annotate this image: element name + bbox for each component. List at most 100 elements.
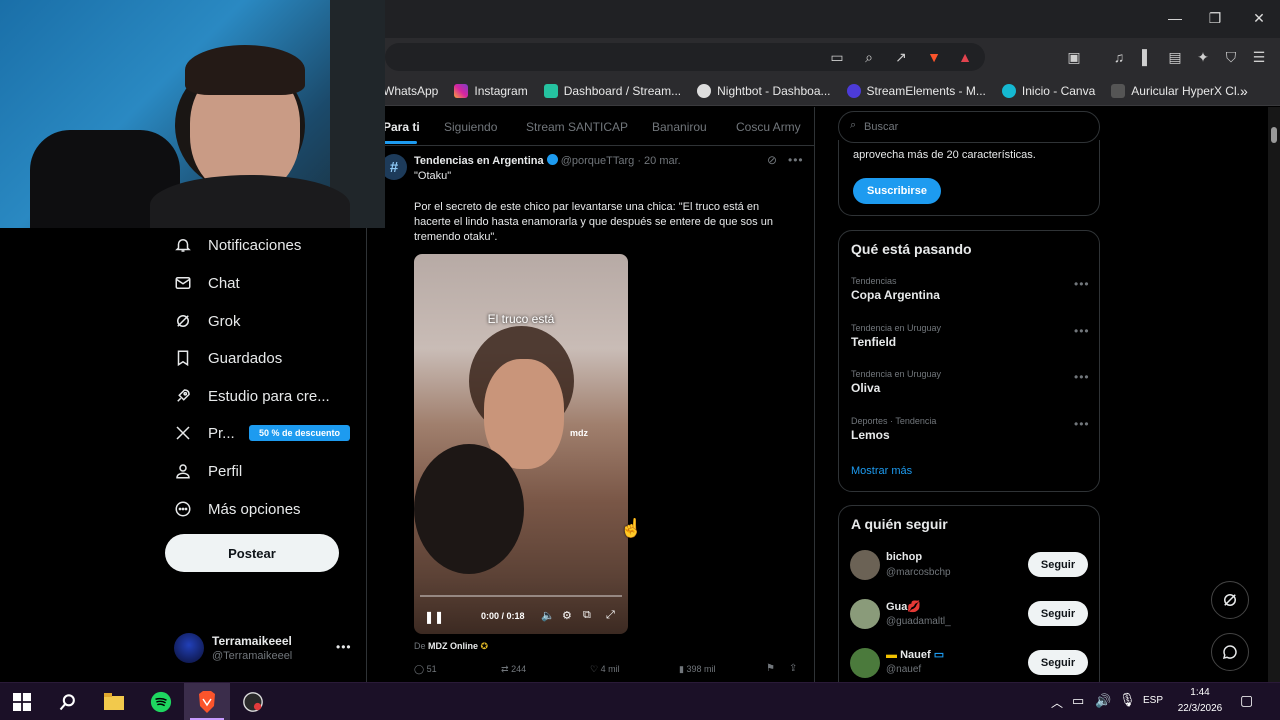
trend-more-icon[interactable]: ••• <box>1074 370 1090 384</box>
trend-more-icon[interactable]: ••• <box>1074 324 1090 338</box>
views-action[interactable]: ▮ 398 mil <box>679 664 715 675</box>
bookmark-dashboard-stream[interactable]: Dashboard / Stream... <box>543 83 681 98</box>
follow-button[interactable]: Seguir <box>1028 552 1088 577</box>
tray-chevron-icon[interactable]: ︿ <box>1051 694 1063 711</box>
search-taskbar-icon[interactable] <box>55 689 81 715</box>
bookmark-nightbot[interactable]: Nightbot - Dashboa... <box>697 83 831 98</box>
clock-time[interactable]: 1:44 <box>1175 687 1225 698</box>
bookmark-whatsapp[interactable]: WhatsApp <box>383 84 438 98</box>
avatar[interactable] <box>174 633 204 663</box>
bookmark-streamelements[interactable]: StreamElements - M... <box>846 83 986 98</box>
windows-start-icon[interactable] <box>9 689 35 715</box>
subscribe-button[interactable]: Suscribirse <box>853 178 941 204</box>
wallet-icon[interactable]: ▤ <box>1166 48 1184 66</box>
leo-ai-icon[interactable]: ✦ <box>1194 48 1212 66</box>
notification-center-icon[interactable]: ▢ <box>1240 692 1253 709</box>
spotify-icon[interactable] <box>148 689 174 715</box>
trend-more-icon[interactable]: ••• <box>1074 277 1090 291</box>
like-action[interactable]: ♡ 4 mil <box>590 664 620 675</box>
follow-name[interactable]: bichop <box>886 551 922 563</box>
obs-icon[interactable] <box>240 689 266 715</box>
cast-icon[interactable]: ▭ <box>828 48 846 66</box>
bookmark-instagram[interactable]: Instagram <box>454 83 528 98</box>
tab-bananirou[interactable]: Bananirou <box>652 120 707 134</box>
nav-premium[interactable]: Pr... <box>174 424 235 442</box>
close-icon[interactable]: ✕ <box>1249 10 1269 27</box>
menu-icon[interactable]: ☰ <box>1250 48 1268 66</box>
premium-discount-badge[interactable]: 50 % de descuento <box>249 425 350 441</box>
tab-siguiendo[interactable]: Siguiendo <box>444 120 497 134</box>
post-button[interactable]: Postear <box>165 534 339 572</box>
nav-profile[interactable]: Perfil <box>174 462 242 480</box>
nav-chat[interactable]: Chat <box>174 274 240 292</box>
nav-notifications[interactable]: Notificaciones <box>174 236 301 254</box>
sidebar-panel-icon[interactable]: ▣ <box>1065 48 1083 66</box>
video-second-person <box>414 444 524 574</box>
sidebar-toggle-icon[interactable]: ▌ <box>1138 48 1156 66</box>
picture-in-picture-icon[interactable]: ⧉ <box>583 609 591 622</box>
tab-coscu-army[interactable]: Coscu Army <box>736 120 801 134</box>
file-explorer-icon[interactable] <box>101 689 127 715</box>
tweet-video[interactable]: El truco está mdz ❚❚ 0:00 / 0:18 🔈 ⚙ ⧉ ⤢ <box>414 254 628 634</box>
music-icon[interactable]: ♫ <box>1110 48 1128 66</box>
bookmark-tweet-icon[interactable]: ⚑ <box>766 663 775 674</box>
trend-item[interactable]: Tendencia en Uruguay Tenfield <box>851 323 941 349</box>
bookmarks-overflow-icon[interactable]: » <box>1240 83 1248 99</box>
nav-label: Chat <box>208 274 240 292</box>
share-tweet-icon[interactable]: ⇪ <box>789 663 797 674</box>
share-icon[interactable]: ↗ <box>892 48 910 66</box>
network-icon[interactable]: ▭ <box>1072 693 1084 709</box>
scrollbar-thumb[interactable] <box>1271 127 1277 143</box>
show-more-link[interactable]: Mostrar más <box>851 465 912 477</box>
grok-floating-button[interactable] <box>1211 581 1249 619</box>
messages-floating-button[interactable] <box>1211 633 1249 671</box>
language-indicator[interactable]: ESP <box>1143 695 1163 706</box>
tab-stream-santicap[interactable]: Stream SANTICAP <box>526 120 628 134</box>
follow-name-row[interactable]: ▬ Nauef ▭ <box>886 648 944 661</box>
nightbot-icon <box>697 83 712 98</box>
volume-icon[interactable]: 🔈 <box>541 609 555 622</box>
pause-icon[interactable]: ❚❚ <box>424 610 444 624</box>
account-menu-icon[interactable]: ••• <box>336 640 352 654</box>
tweet-author[interactable]: Tendencias en Argentina <box>414 155 544 167</box>
nav-more-options[interactable]: Más opciones <box>174 500 301 518</box>
follow-button[interactable]: Seguir <box>1028 650 1088 675</box>
brave-shields-icon[interactable]: ▼ <box>925 48 943 66</box>
tweet-source-name[interactable]: MDZ Online <box>428 641 478 651</box>
tab-para-ti[interactable]: Para ti <box>383 120 420 134</box>
retweet-action[interactable]: ⇄ 244 <box>501 664 526 675</box>
reply-action[interactable]: ◯ 51 <box>414 664 437 675</box>
bookmark-canva[interactable]: Inicio - Canva <box>1001 83 1095 98</box>
brave-rewards-icon[interactable]: ▲ <box>956 48 974 66</box>
trend-more-icon[interactable]: ••• <box>1074 417 1090 431</box>
trend-item[interactable]: Deportes · Tendencia Lemos <box>851 416 936 442</box>
settings-gear-icon[interactable]: ⚙ <box>562 609 572 622</box>
trend-item[interactable]: Tendencia en Uruguay Oliva <box>851 369 941 395</box>
nav-grok[interactable]: Grok <box>174 312 241 330</box>
minimize-icon[interactable]: — <box>1165 10 1185 26</box>
page-scrollbar[interactable] <box>1268 107 1280 682</box>
restore-icon[interactable]: ❐ <box>1205 10 1225 27</box>
grok-tweet-icon[interactable]: ⊘ <box>767 153 777 167</box>
bookmark-hyperx[interactable]: Auricular HyperX Cl... <box>1111 83 1247 98</box>
brave-browser-icon[interactable] <box>194 689 220 715</box>
nav-bookmarks[interactable]: Guardados <box>174 349 282 367</box>
clock-date[interactable]: 22/3/2026 <box>1171 703 1229 714</box>
search-input[interactable]: ⌕ Buscar <box>838 111 1100 143</box>
tweet-handle[interactable]: @porqueTTarg <box>561 155 635 167</box>
volume-tray-icon[interactable]: 🔊 <box>1095 693 1111 709</box>
avatar[interactable] <box>850 550 880 580</box>
microphone-icon[interactable]: 🎙 <box>1119 692 1136 708</box>
nav-creator-studio[interactable]: Estudio para cre... <box>174 387 330 405</box>
zoom-icon[interactable]: ⌕ <box>860 48 878 66</box>
follow-name[interactable]: Gua💋 <box>886 600 921 613</box>
video-progress-bar[interactable] <box>420 595 622 597</box>
tweet-more-icon[interactable]: ••• <box>788 153 804 167</box>
avatar[interactable] <box>850 648 880 678</box>
fullscreen-icon[interactable]: ⤢ <box>606 609 615 622</box>
vpn-shield-icon[interactable]: ⛉ <box>1222 48 1240 66</box>
tweet-date[interactable]: · 20 mar. <box>637 155 680 167</box>
trend-item[interactable]: Tendencias Copa Argentina <box>851 276 940 302</box>
follow-button[interactable]: Seguir <box>1028 601 1088 626</box>
avatar[interactable] <box>850 599 880 629</box>
